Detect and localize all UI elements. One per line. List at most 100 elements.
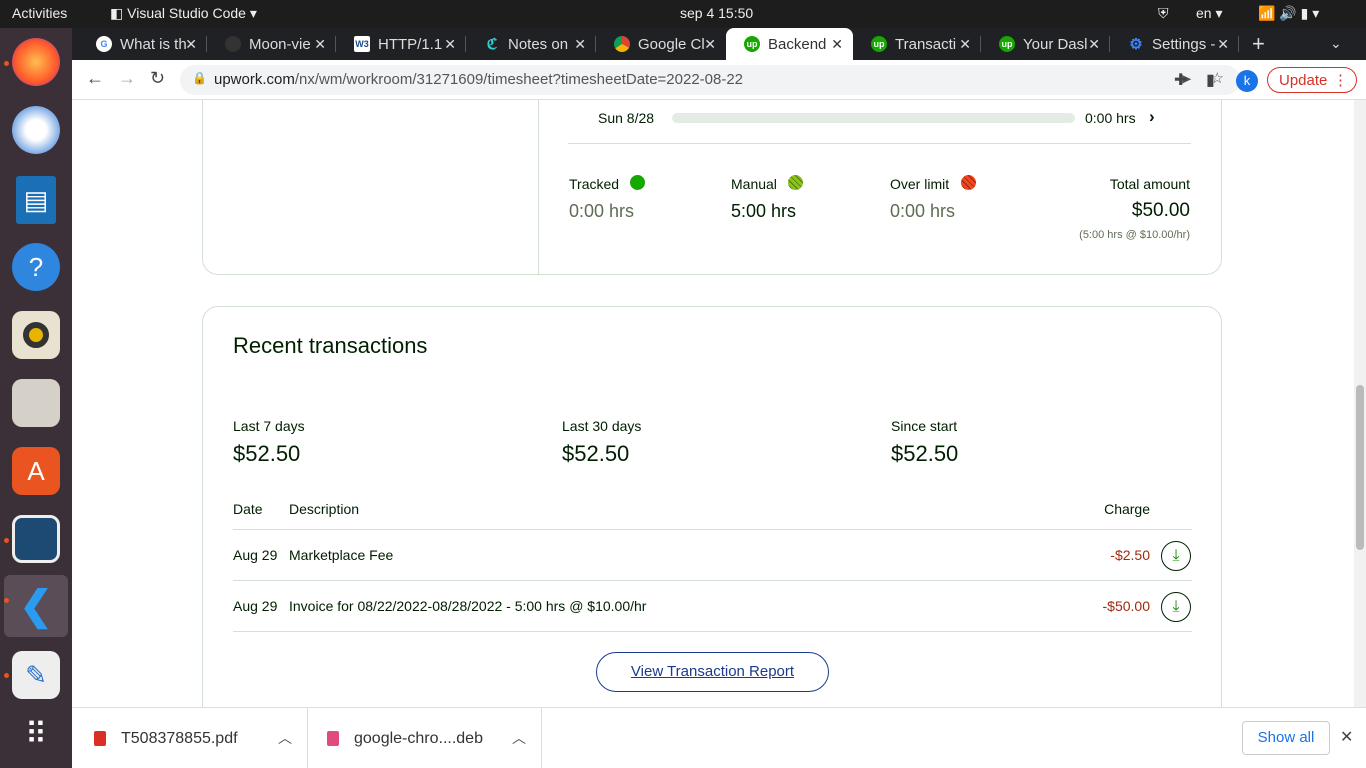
summary-label: Last 30 days xyxy=(562,418,642,434)
download-icon: ⤓ xyxy=(1172,598,1180,615)
close-tab-icon[interactable]: ✕ xyxy=(1088,36,1100,53)
upwork-icon: up xyxy=(744,36,760,52)
pdf-file-icon xyxy=(94,731,106,746)
thunderbird-icon[interactable] xyxy=(12,106,60,154)
tracked-value: 0:00 hrs xyxy=(569,201,635,221)
summary-value: $52.50 xyxy=(562,441,630,466)
github-icon xyxy=(225,36,241,52)
view-transaction-report-button[interactable]: View Transaction Report xyxy=(596,652,829,692)
help-icon[interactable]: ? xyxy=(12,243,60,291)
close-tab-icon[interactable]: ✕ xyxy=(704,36,716,53)
day-progress-bar xyxy=(672,113,1075,123)
close-tab-icon[interactable]: ✕ xyxy=(574,36,586,53)
reload-button[interactable]: ↻ xyxy=(150,68,165,89)
upwork-icon: up xyxy=(999,36,1015,52)
side-panel-icon[interactable]: ▮ xyxy=(1206,70,1215,90)
back-button[interactable]: ← xyxy=(86,68,104,89)
chrome-icon xyxy=(614,36,630,52)
upwork-icon: up xyxy=(871,36,887,52)
download-item[interactable]: T508378855.pdf ︿ xyxy=(72,708,308,768)
firefox-icon[interactable] xyxy=(12,38,60,86)
download-bar: T508378855.pdf ︿ google-chro....deb ︿ Sh… xyxy=(72,707,1366,768)
language-menu[interactable]: en ▾ xyxy=(1196,5,1223,22)
summary-value: $52.50 xyxy=(233,441,301,466)
row-charge: -$50.00 xyxy=(1102,598,1150,614)
activities-button[interactable]: Activities xyxy=(12,5,67,21)
chevron-up-icon[interactable]: ︿ xyxy=(512,728,526,748)
tab[interactable]: up Transacti ✕ xyxy=(853,28,981,60)
total-note: (5:00 hrs @ $10.00/hr) xyxy=(1079,229,1190,241)
close-tab-icon[interactable]: ✕ xyxy=(831,36,843,53)
tab[interactable]: up Your Dasl ✕ xyxy=(981,28,1110,60)
total-amount: $50.00 xyxy=(1131,200,1190,221)
running-indicator xyxy=(4,598,9,603)
scrollbar[interactable] xyxy=(1354,100,1366,707)
day-hours: 0:00 hrs xyxy=(1085,110,1136,126)
summary-label: Last 7 days xyxy=(233,418,305,434)
app-menu[interactable]: ◧ Visual Studio Code ▾ xyxy=(110,5,257,22)
text-editor-icon[interactable]: ✎ xyxy=(12,651,60,699)
over-limit-label: Over limit xyxy=(890,176,950,192)
tab[interactable]: G What is th ✕ xyxy=(78,28,207,60)
tab-search-chevron-icon[interactable]: ⌄ xyxy=(1330,35,1342,52)
writer-icon[interactable]: ▤ xyxy=(16,176,56,224)
tab[interactable]: W3 HTTP/1.1 ✕ xyxy=(336,28,466,60)
google-icon: G xyxy=(96,36,112,52)
row-description: Invoice for 08/22/2022-08/28/2022 - 5:00… xyxy=(289,598,647,614)
tracked-label: Tracked xyxy=(569,176,620,192)
section-title: Recent transactions xyxy=(233,333,428,358)
deb-file-icon xyxy=(327,731,339,746)
tab-active[interactable]: up Backend ✕ xyxy=(726,28,853,60)
shotwell-icon[interactable] xyxy=(12,515,60,563)
scrollbar-thumb[interactable] xyxy=(1356,385,1364,550)
software-icon[interactable]: A xyxy=(12,447,60,495)
column-header-date: Date xyxy=(233,501,263,517)
close-tab-icon[interactable]: ✕ xyxy=(185,36,197,53)
files-icon[interactable] xyxy=(12,379,60,427)
update-button[interactable]: Update ⋮ xyxy=(1267,67,1357,93)
close-tab-icon[interactable]: ✕ xyxy=(1217,36,1229,53)
download-icon: ⤓ xyxy=(1172,547,1180,564)
column-header-charge: Charge xyxy=(1104,501,1150,517)
system-top-bar: Activities ◧ Visual Studio Code ▾ sep 4 … xyxy=(0,0,1366,28)
chevron-right-icon[interactable]: › xyxy=(1149,107,1155,127)
w3-icon: W3 xyxy=(354,36,370,52)
download-invoice-button[interactable]: ⤓ xyxy=(1161,541,1191,571)
chevron-up-icon[interactable]: ︿ xyxy=(278,728,292,748)
show-all-button[interactable]: Show all xyxy=(1242,721,1330,755)
extensions-icon[interactable]: ✚ xyxy=(1174,70,1187,90)
summary-value: $52.50 xyxy=(891,441,959,466)
new-tab-button[interactable]: + xyxy=(1252,31,1265,57)
manual-label: Manual xyxy=(731,176,777,192)
close-tab-icon[interactable]: ✕ xyxy=(959,36,971,53)
lock-icon: 🔒 xyxy=(192,71,207,85)
running-indicator xyxy=(4,538,9,543)
column-header-description: Description xyxy=(289,501,360,517)
tab[interactable]: ⚙ Settings - ✕ xyxy=(1110,28,1239,60)
apps-grid-icon[interactable]: ⠿ xyxy=(12,710,60,758)
download-filename: google-chro....deb xyxy=(354,730,483,747)
forward-button[interactable]: → xyxy=(118,68,136,89)
vscode-icon[interactable]: ❮ xyxy=(12,582,60,630)
download-item[interactable]: google-chro....deb ︿ xyxy=(309,708,542,768)
summary-label: Since start xyxy=(891,418,958,434)
shield-icon: ⛨ xyxy=(1158,5,1169,21)
close-download-bar-icon[interactable]: ✕ xyxy=(1340,727,1353,747)
close-tab-icon[interactable]: ✕ xyxy=(314,36,326,53)
tab[interactable]: ℭ Notes on ✕ xyxy=(466,28,596,60)
tab[interactable]: Moon-vie ✕ xyxy=(207,28,336,60)
system-status-menu[interactable]: 📶 🔊 ▮ ▾ xyxy=(1258,5,1319,22)
download-invoice-button[interactable]: ⤓ xyxy=(1161,592,1191,622)
close-tab-icon[interactable]: ✕ xyxy=(444,36,456,53)
tab[interactable]: Google Cl ✕ xyxy=(596,28,726,60)
row-description: Marketplace Fee xyxy=(289,547,394,563)
toolbar: ← → ↻ 🔒 upwork.com/nx/wm/workroom/312716… xyxy=(72,60,1366,100)
manual-legend-dot xyxy=(788,175,803,190)
rhythmbox-icon[interactable] xyxy=(12,311,60,359)
tab-strip: G What is th ✕ Moon-vie ✕ W3 HTTP/1.1 ✕ ℭ Note… xyxy=(72,28,1366,60)
profile-avatar[interactable]: k xyxy=(1236,70,1258,92)
clock[interactable]: sep 4 15:50 xyxy=(680,5,753,21)
recent-transactions-card: Recent transactions Last 7 days $52.50 L… xyxy=(202,306,1222,707)
address-bar[interactable]: 🔒 upwork.com/nx/wm/workroom/31271609/tim… xyxy=(180,65,1240,95)
over-limit-value: 0:00 hrs xyxy=(890,201,956,221)
